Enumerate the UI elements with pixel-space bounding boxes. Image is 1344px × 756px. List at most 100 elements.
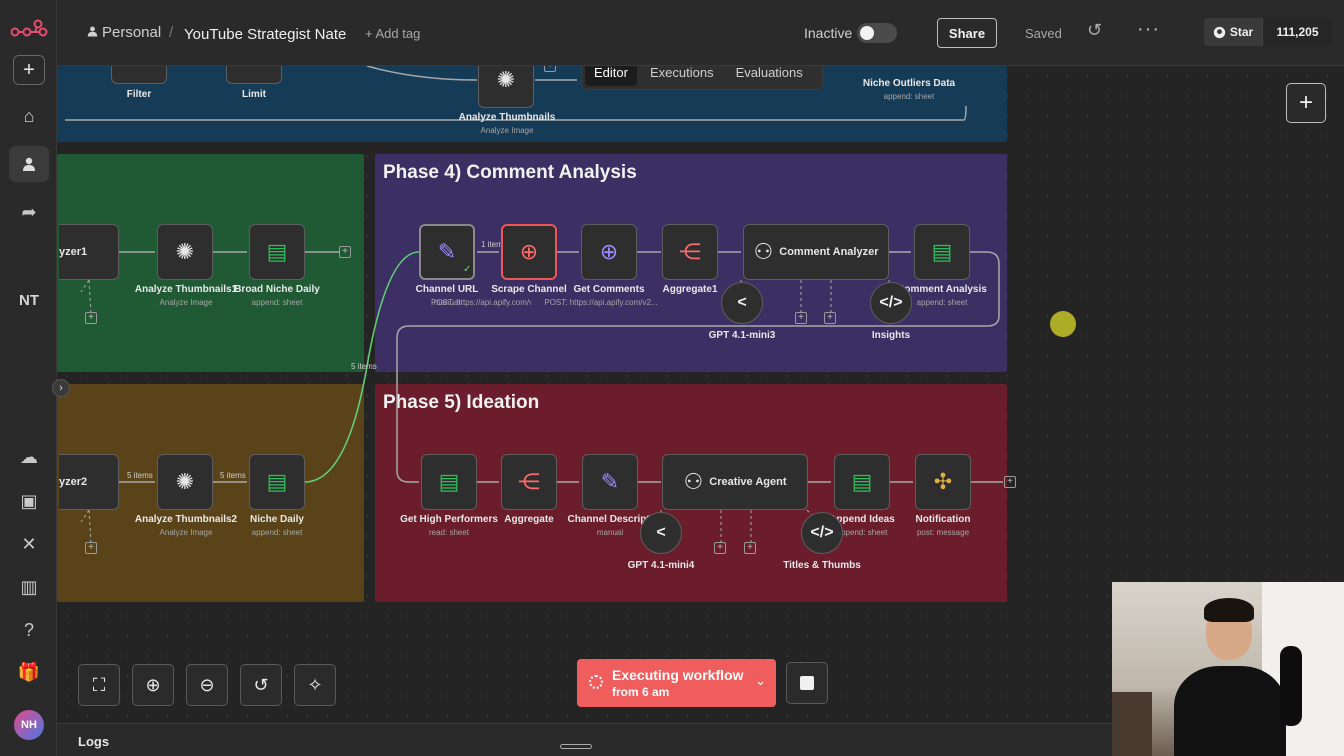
cloud-icon[interactable]: ☁ [9, 439, 49, 475]
node-gpt3[interactable]: < [721, 282, 763, 324]
node-aggregate[interactable]: ⋲ [501, 454, 557, 510]
node-insights[interactable]: </> [870, 282, 912, 324]
openai-icon: ✺ [496, 67, 516, 92]
active-status-label: Inactive [804, 25, 853, 41]
tab-editor[interactable]: Editor [585, 66, 637, 86]
saved-status: Saved [1025, 26, 1062, 41]
node-get-comments[interactable]: ⊕ [581, 224, 637, 280]
executing-workflow-button[interactable]: Executing workflow from 6 am ⌄ [577, 659, 776, 707]
google-sheets-icon: ▤ [931, 239, 953, 264]
node-analyzer1[interactable]: yzer1 [59, 224, 119, 280]
tab-executions[interactable]: Executions [641, 66, 723, 86]
spinner-icon [589, 675, 603, 689]
node-analyze-thumbnails-sub: Analyze Image [480, 126, 534, 135]
tab-evaluations[interactable]: Evaluations [727, 66, 812, 86]
node-insights-label: Insights [871, 330, 911, 341]
active-toggle[interactable] [857, 23, 897, 43]
code-icon: </> [879, 294, 903, 311]
node-scrape-channel[interactable]: ⊕ [501, 224, 557, 280]
add-connection-icon[interactable]: + [339, 246, 351, 258]
project-icon [87, 24, 98, 41]
gift-icon[interactable]: 🎁 [9, 654, 49, 690]
n8n-logo-icon[interactable] [10, 16, 48, 40]
node-analyze-thumbnails2[interactable]: ✺ [157, 454, 213, 510]
left-rail: + ⌂ ➦ NT ☁ ▣ ✕ ▥ ? 🎁 NH [0, 0, 57, 756]
node-niche-daily-sub: append: sheet [251, 528, 303, 537]
webcam-overlay [1112, 582, 1344, 756]
reset-zoom-button[interactable]: ↺ [240, 664, 282, 706]
slack-icon: ✣ [933, 469, 953, 494]
logs-label: Logs [78, 734, 110, 749]
node-broad-niche-daily[interactable]: ▤ [249, 224, 305, 280]
node-niche-daily[interactable]: ▤ [249, 454, 305, 510]
stop-execution-button[interactable] [786, 662, 828, 704]
share-arrow-icon[interactable]: ➦ [9, 194, 49, 230]
node-filter[interactable]: ⛉ [111, 66, 167, 84]
variables-icon[interactable]: ✕ [9, 526, 49, 562]
add-tag-link[interactable]: + Add tag [365, 26, 420, 41]
webcam-person-body [1174, 666, 1286, 756]
node-creative-agent[interactable]: ⚇ Creative Agent [662, 454, 808, 510]
node-titles-thumbs[interactable]: </> [801, 512, 843, 554]
chevron-down-icon[interactable]: ⌄ [755, 673, 766, 689]
share-button[interactable]: Share [937, 18, 997, 48]
templates-icon[interactable]: ▣ [9, 483, 49, 519]
person-icon[interactable] [9, 146, 49, 182]
globe-icon: ⊕ [599, 239, 619, 264]
node-append-ideas[interactable]: ▤ [834, 454, 890, 510]
node-analyzer2-label: yzer2 [59, 476, 88, 488]
node-channel-description[interactable]: ✎ [582, 454, 638, 510]
node-comment-analyzer[interactable]: ⚇ Comment Analyzer [743, 224, 889, 280]
node-get-high-performers[interactable]: ▤ [421, 454, 477, 510]
resize-handle[interactable] [560, 744, 592, 749]
more-options-icon[interactable]: ··· [1137, 18, 1160, 41]
tidy-up-button[interactable]: ✧ [294, 664, 336, 706]
add-tool-icon[interactable]: + [85, 312, 97, 324]
node-broad-niche-daily-sub: append: sheet [251, 298, 303, 307]
add-memory-icon[interactable]: + [714, 542, 726, 554]
add-tool-icon[interactable]: + [85, 542, 97, 554]
fit-view-button[interactable]: ⛶ [78, 664, 120, 706]
view-tabs: Editor Executions Evaluations [581, 66, 823, 90]
node-gpt4[interactable]: < [640, 512, 682, 554]
node-limit[interactable]: ··· [226, 66, 282, 84]
node-analyze-thumbnails1[interactable]: ✺ [157, 224, 213, 280]
node-limit-label: Limit [242, 89, 266, 100]
expand-sidebar-chevron-icon[interactable]: › [52, 379, 70, 397]
github-star-button[interactable]: Star 111,205 [1204, 18, 1332, 46]
add-connection-icon[interactable]: + [1004, 476, 1016, 488]
google-sheets-icon: ▤ [851, 469, 873, 494]
add-node-button[interactable]: + [1286, 83, 1326, 123]
workflow-title[interactable]: YouTube Strategist Nate [184, 26, 346, 43]
node-comment-analysis[interactable]: ▤ [914, 224, 970, 280]
node-notification[interactable]: ✣ [915, 454, 971, 510]
add-tool-icon[interactable]: + [744, 542, 756, 554]
node-broad-niche-daily-label: Broad Niche Daily [234, 284, 320, 295]
zoom-in-button[interactable]: ⊕ [132, 664, 174, 706]
node-analyze-thumbnails[interactable]: ✺ [478, 66, 534, 108]
history-icon[interactable]: ↺ [1087, 20, 1102, 41]
node-scrape-channel-sub: POST: https://api.apify.com/v2... [431, 298, 531, 307]
node-analyzer2[interactable]: yzer2 [59, 454, 119, 510]
insights-chart-icon[interactable]: ▥ [9, 569, 49, 605]
webcam-shelf [1112, 692, 1152, 756]
add-tool-icon[interactable]: + [824, 312, 836, 324]
create-button[interactable]: + [13, 55, 45, 85]
robot-icon: ⚇ [683, 469, 704, 494]
node-analyze-thumbnails-label: Analyze Thumbnails [458, 112, 556, 123]
project-nt[interactable]: NT [9, 292, 49, 309]
google-sheets-icon: ▤ [266, 469, 288, 494]
add-connection-icon[interactable]: + [544, 66, 556, 72]
github-star[interactable]: Star [1204, 18, 1262, 46]
home-icon[interactable]: ⌂ [9, 98, 49, 134]
edge-count-label: 5 items [127, 471, 153, 480]
google-sheets-icon: ▤ [438, 469, 460, 494]
node-titles-thumbs-label: Titles & Thumbs [783, 560, 861, 571]
node-aggregate1[interactable]: ⋲ [662, 224, 718, 280]
zoom-out-button[interactable]: ⊖ [186, 664, 228, 706]
help-icon[interactable]: ? [9, 612, 49, 648]
avatar[interactable]: NH [14, 710, 44, 740]
add-memory-icon[interactable]: + [795, 312, 807, 324]
limit-icon: ··· [243, 66, 265, 69]
breadcrumb-project[interactable]: Personal [102, 24, 161, 41]
